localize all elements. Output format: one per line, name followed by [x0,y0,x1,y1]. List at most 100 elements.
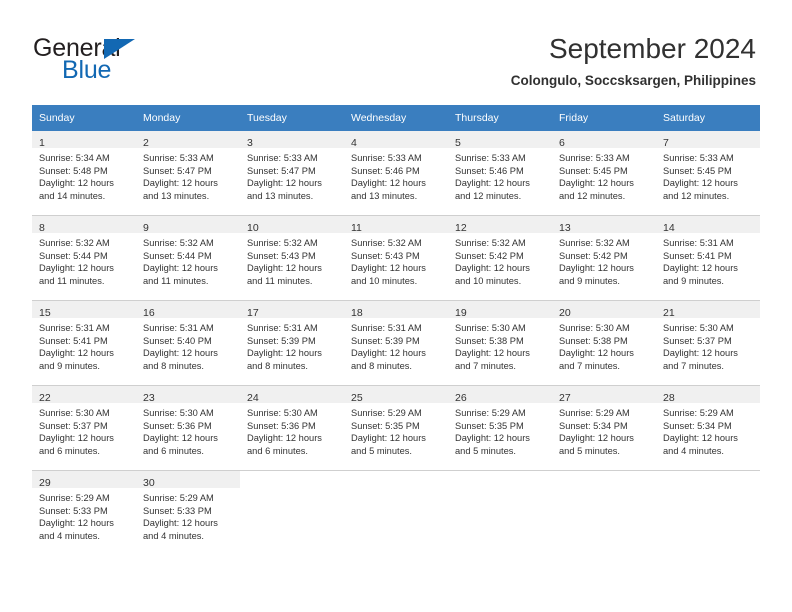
day-cell[interactable]: 17 Sunrise: 5:31 AM Sunset: 5:39 PM Dayligh… [240,300,344,386]
day-cell[interactable]: 2 Sunrise: 5:33 AM Sunset: 5:47 PM Daylight… [136,131,240,216]
sunrise-text: Sunrise: 5:31 AM [351,323,422,333]
calendar-week-row: 1 Sunrise: 5:34 AM Sunset: 5:48 PM Daylight… [32,131,760,216]
generalblue-logo[interactable]: General Blue [33,36,223,86]
day-cell[interactable]: 19 Sunrise: 5:30 AM Sunset: 5:38 PM Dayligh… [448,300,552,386]
sunrise-text: Sunrise: 5:29 AM [351,408,422,418]
sunrise-text: Sunrise: 5:29 AM [455,408,526,418]
sunset-text: Sunset: 5:41 PM [39,335,108,346]
daylight-text-line2: and 13 minutes. [143,190,210,201]
daylight-text-line2: and 4 minutes. [143,530,204,541]
sunset-text: Sunset: 5:47 PM [143,165,212,176]
daylight-text-line1: Daylight: 12 hours [455,263,530,274]
day-cell[interactable]: 23 Sunrise: 5:30 AM Sunset: 5:36 PM Dayligh… [136,385,240,471]
sunrise-text: Sunrise: 5:32 AM [39,238,110,248]
sunrise-text: Sunrise: 5:33 AM [663,153,734,163]
sunrise-text: Sunrise: 5:33 AM [247,153,318,163]
daylight-text-line1: Daylight: 12 hours [663,178,738,189]
daylight-text-line1: Daylight: 12 hours [143,178,218,189]
daylight-text-line2: and 10 minutes. [351,275,418,286]
sunrise-text: Sunrise: 5:32 AM [351,238,422,248]
day-cell-empty [552,470,656,555]
sunrise-text: Sunrise: 5:30 AM [39,408,110,418]
day-cell[interactable]: 12 Sunrise: 5:32 AM Sunset: 5:42 PM Dayligh… [448,215,552,301]
day-cell[interactable]: 10 Sunrise: 5:32 AM Sunset: 5:43 PM Dayligh… [240,215,344,301]
weekday-header-sunday: Sunday [32,105,136,131]
day-number: 3 [247,137,253,149]
daylight-text-line2: and 6 minutes. [39,445,100,456]
daylight-text-line1: Daylight: 12 hours [351,433,426,444]
daylight-text-line1: Daylight: 12 hours [143,348,218,359]
calendar-body: 1 Sunrise: 5:34 AM Sunset: 5:48 PM Daylight… [32,131,760,555]
sunrise-text: Sunrise: 5:34 AM [39,153,110,163]
day-cell[interactable]: 6 Sunrise: 5:33 AM Sunset: 5:45 PM Daylight… [552,131,656,216]
day-cell[interactable]: 18 Sunrise: 5:31 AM Sunset: 5:39 PM Dayligh… [344,300,448,386]
sunrise-text: Sunrise: 5:30 AM [663,323,734,333]
day-cell[interactable]: 27 Sunrise: 5:29 AM Sunset: 5:34 PM Dayligh… [552,385,656,471]
day-cell[interactable]: 4 Sunrise: 5:33 AM Sunset: 5:46 PM Daylight… [344,131,448,216]
sunrise-text: Sunrise: 5:29 AM [663,408,734,418]
page-header: General Blue September 2024 Colongulo, S… [0,0,792,100]
daylight-text-line2: and 6 minutes. [247,445,308,456]
sunset-text: Sunset: 5:47 PM [247,165,316,176]
sunrise-text: Sunrise: 5:32 AM [247,238,318,248]
sunrise-text: Sunrise: 5:30 AM [559,323,630,333]
sunset-text: Sunset: 5:36 PM [247,420,316,431]
weekday-header-tuesday: Tuesday [240,105,344,131]
day-number: 1 [39,137,45,149]
day-number: 20 [559,307,571,319]
day-number: 21 [663,307,675,319]
sunrise-text: Sunrise: 5:31 AM [143,323,214,333]
daylight-text-line2: and 8 minutes. [143,360,204,371]
daylight-text-line2: and 8 minutes. [247,360,308,371]
day-number: 23 [143,392,155,404]
day-cell[interactable]: 8 Sunrise: 5:32 AM Sunset: 5:44 PM Daylight… [32,215,136,301]
sunrise-text: Sunrise: 5:33 AM [455,153,526,163]
daylight-text-line1: Daylight: 12 hours [39,433,114,444]
page-title: September 2024 [548,33,756,64]
sunset-text: Sunset: 5:44 PM [39,250,108,261]
day-number: 7 [663,137,669,149]
daylight-text-line2: and 6 minutes. [143,445,204,456]
day-number: 25 [351,392,363,404]
day-cell[interactable]: 15 Sunrise: 5:31 AM Sunset: 5:41 PM Dayligh… [32,300,136,386]
day-cell[interactable]: 25 Sunrise: 5:29 AM Sunset: 5:35 PM Dayligh… [344,385,448,471]
day-cell[interactable]: 1 Sunrise: 5:34 AM Sunset: 5:48 PM Daylight… [32,131,136,216]
daylight-text-line1: Daylight: 12 hours [143,433,218,444]
sunrise-text: Sunrise: 5:32 AM [559,238,630,248]
calendar-header-row: Sunday Monday Tuesday Wednesday Thursday… [32,105,760,131]
day-cell[interactable]: 3 Sunrise: 5:33 AM Sunset: 5:47 PM Daylight… [240,131,344,216]
daylight-text-line2: and 5 minutes. [455,445,516,456]
day-number: 2 [143,137,149,149]
daylight-text-line1: Daylight: 12 hours [39,178,114,189]
day-cell[interactable]: 16 Sunrise: 5:31 AM Sunset: 5:40 PM Dayligh… [136,300,240,386]
sunset-text: Sunset: 5:43 PM [247,250,316,261]
sunset-text: Sunset: 5:33 PM [143,505,212,516]
daylight-text-line2: and 10 minutes. [455,275,522,286]
day-cell[interactable]: 29 Sunrise: 5:29 AM Sunset: 5:33 PM Dayligh… [32,470,136,555]
day-cell[interactable]: 7 Sunrise: 5:33 AM Sunset: 5:45 PM Daylight… [656,131,760,216]
daylight-text-line1: Daylight: 12 hours [455,348,530,359]
daylight-text-line1: Daylight: 12 hours [663,433,738,444]
daylight-text-line1: Daylight: 12 hours [247,178,322,189]
daylight-text-line2: and 9 minutes. [663,275,724,286]
daylight-text-line2: and 9 minutes. [39,360,100,371]
day-number: 26 [455,392,467,404]
day-cell[interactable]: 9 Sunrise: 5:32 AM Sunset: 5:44 PM Daylight… [136,215,240,301]
day-cell[interactable]: 5 Sunrise: 5:33 AM Sunset: 5:46 PM Daylight… [448,131,552,216]
day-cell[interactable]: 11 Sunrise: 5:32 AM Sunset: 5:43 PM Dayligh… [344,215,448,301]
sunset-text: Sunset: 5:41 PM [663,250,732,261]
day-cell[interactable]: 13 Sunrise: 5:32 AM Sunset: 5:42 PM Dayligh… [552,215,656,301]
day-cell[interactable]: 26 Sunrise: 5:29 AM Sunset: 5:35 PM Dayligh… [448,385,552,471]
day-cell[interactable]: 22 Sunrise: 5:30 AM Sunset: 5:37 PM Dayligh… [32,385,136,471]
day-cell[interactable]: 20 Sunrise: 5:30 AM Sunset: 5:38 PM Dayligh… [552,300,656,386]
day-cell[interactable]: 24 Sunrise: 5:30 AM Sunset: 5:36 PM Dayligh… [240,385,344,471]
day-cell[interactable]: 30 Sunrise: 5:29 AM Sunset: 5:33 PM Dayligh… [136,470,240,555]
daylight-text-line2: and 11 minutes. [39,275,105,286]
sunrise-text: Sunrise: 5:30 AM [247,408,318,418]
day-number: 17 [247,307,259,319]
daylight-text-line2: and 12 minutes. [663,190,730,201]
sunset-text: Sunset: 5:34 PM [663,420,732,431]
day-cell[interactable]: 21 Sunrise: 5:30 AM Sunset: 5:37 PM Dayligh… [656,300,760,386]
day-cell[interactable]: 14 Sunrise: 5:31 AM Sunset: 5:41 PM Dayligh… [656,215,760,301]
day-cell[interactable]: 28 Sunrise: 5:29 AM Sunset: 5:34 PM Dayligh… [656,385,760,471]
